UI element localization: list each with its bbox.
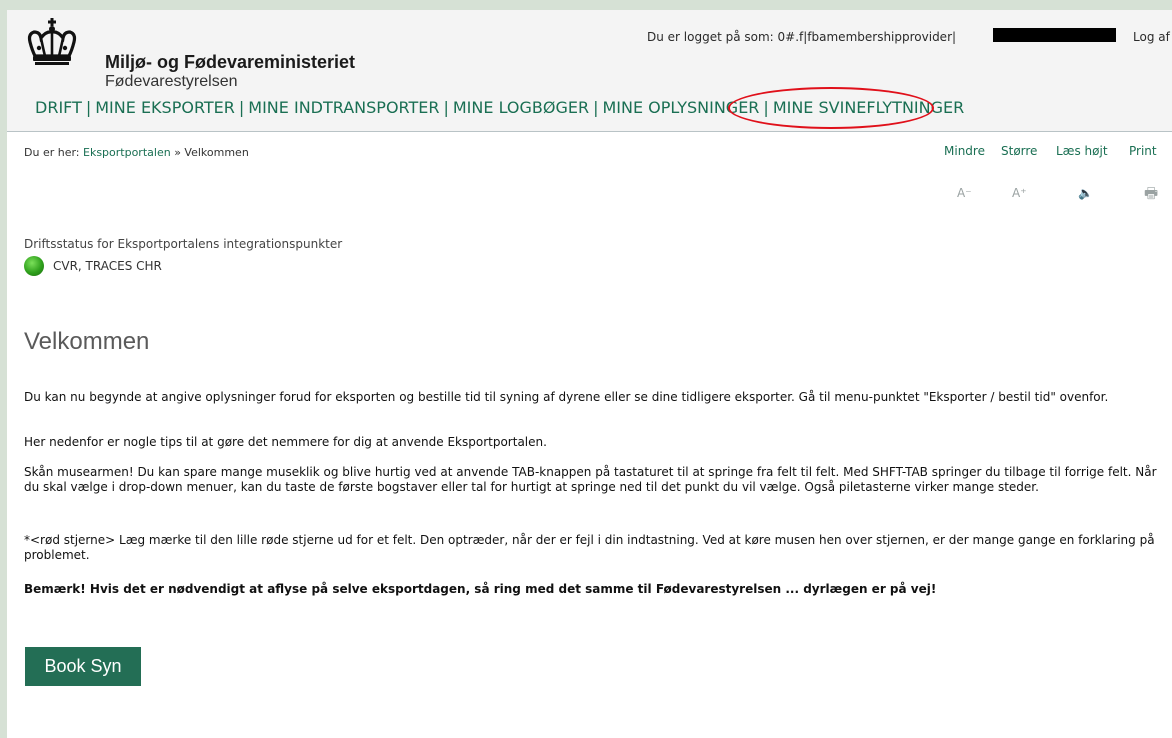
text-smaller-link[interactable]: Mindre bbox=[944, 144, 985, 158]
logout-link[interactable]: Log af bbox=[1133, 30, 1170, 44]
book-syn-button[interactable]: Book Syn bbox=[25, 647, 141, 686]
text-smaller-icon[interactable]: A⁻ bbox=[957, 186, 972, 200]
crown-logo-icon bbox=[27, 18, 77, 65]
tips-paragraph: Her nedenfor er nogle tips til at gøre d… bbox=[24, 435, 547, 449]
text-larger-link[interactable]: Større bbox=[1001, 144, 1037, 158]
breadcrumb-current: Velkommen bbox=[184, 146, 249, 159]
main-navigation: DRIFT | MINE EKSPORTER | MINE INDTRANSPORTER… bbox=[35, 98, 964, 117]
agency-name: Fødevarestyrelsen bbox=[105, 73, 238, 90]
speaker-icon[interactable]: 🔈 bbox=[1078, 186, 1093, 200]
text-larger-icon[interactable]: A⁺ bbox=[1012, 186, 1027, 200]
site-header: Miljø- og Fødevareministeriet Fødevarest… bbox=[7, 10, 1172, 132]
nav-separator: | bbox=[763, 98, 769, 117]
cancel-notice: Bemærk! Hvis det er nødvendigt at aflyse… bbox=[24, 582, 937, 596]
breadcrumb-prefix: Du er her: bbox=[24, 146, 80, 159]
breadcrumb: Du er her: Eksportportalen » Velkommen bbox=[24, 146, 249, 159]
nav-separator: | bbox=[238, 98, 245, 117]
login-info: Du er logget på som: 0#.f|fbamembershipp… bbox=[647, 30, 957, 44]
org-name: Miljø- og Fødevareministeriet bbox=[105, 52, 356, 72]
nav-separator: | bbox=[593, 98, 599, 117]
breadcrumb-link-eksportportalen[interactable]: Eksportportalen bbox=[83, 146, 171, 159]
red-star-paragraph: *<rød stjerne> Læg mærke til den lille r… bbox=[24, 533, 1155, 562]
left-border bbox=[0, 0, 7, 738]
read-aloud-link[interactable]: Læs højt bbox=[1056, 144, 1108, 158]
nav-separator: | bbox=[85, 98, 92, 117]
nav-item-mine-logboger[interactable]: MINE LOGBØGER bbox=[453, 98, 589, 117]
print-link[interactable]: Print bbox=[1129, 144, 1157, 158]
tab-tip-paragraph: Skån musearmen! Du kan spare mange musek… bbox=[24, 465, 1157, 494]
top-border bbox=[0, 0, 1172, 10]
page-title: Velkommen bbox=[24, 328, 150, 355]
intro-paragraph: Du kan nu begynde at angive oplysninger … bbox=[24, 390, 1109, 404]
nav-item-mine-eksporter[interactable]: MINE EKSPORTER bbox=[95, 98, 235, 117]
nav-separator: | bbox=[443, 98, 449, 117]
nav-item-mine-oplysninger[interactable]: MINE OPLYSNINGER bbox=[602, 98, 759, 117]
breadcrumb-separator: » bbox=[174, 146, 181, 159]
printer-icon[interactable]: 🖶 bbox=[1144, 183, 1158, 208]
nav-item-drift[interactable]: DRIFT bbox=[35, 98, 82, 117]
status-title: Driftsstatus for Eksportportalens integr… bbox=[24, 237, 343, 251]
status-ok-icon bbox=[24, 256, 44, 276]
nav-item-mine-indtransporter[interactable]: MINE INDTRANSPORTER bbox=[248, 98, 439, 117]
status-systems: CVR, TRACES CHR bbox=[53, 259, 162, 273]
nav-item-mine-svineflytninger[interactable]: MINE SVINEFLYTNINGER bbox=[773, 98, 964, 117]
redacted-username bbox=[993, 28, 1116, 42]
